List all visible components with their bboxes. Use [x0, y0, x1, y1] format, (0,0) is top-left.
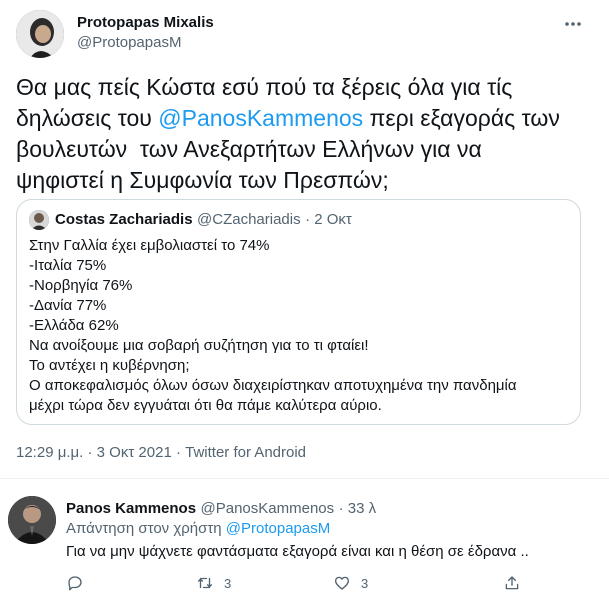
- quoted-line: Στην Γαλλία έχει εμβολιαστεί το 74%: [29, 237, 270, 254]
- author-avatar-image: [16, 10, 64, 58]
- reply-icon: [68, 576, 82, 591]
- reply-author-name[interactable]: Panos Kammenos: [66, 500, 196, 517]
- reply-author-avatar[interactable]: [8, 496, 56, 544]
- author-name[interactable]: Protopapas Mixalis: [77, 14, 214, 31]
- quoted-header: Costas Zachariadis @CZachariadis · 2 Οκτ: [55, 211, 352, 229]
- quoted-line: μέχρι τώρα δεν εγγυάται ότι θα πάμε καλύ…: [29, 397, 382, 414]
- author-handle[interactable]: @ProtopapasM: [77, 34, 181, 51]
- reply-avatar-image: [8, 496, 56, 544]
- tweet-text-segment: περι εξαγοράς των: [363, 105, 560, 131]
- tweet-text-line: βουλευτών των Ανεξαρτήτων Ελλήνων για να: [16, 136, 482, 162]
- tweet-text-line: Θα μας πείς Κώστα εσύ πού τα ξέρεις όλα …: [16, 74, 513, 100]
- quoted-line: Ο αποκεφαλισμός όλων όσων διαχειρίστηκαν…: [29, 377, 517, 394]
- share-icon: [505, 576, 519, 590]
- quoted-author-name: Costas Zachariadis: [55, 211, 193, 228]
- quoted-line: -Δανία 77%: [29, 297, 107, 314]
- quoted-text: Στην Γαλλία έχει εμβολιαστεί το 74% -Ιτα…: [29, 236, 569, 416]
- quoted-line: -Νορβηγία 76%: [29, 277, 133, 294]
- share-action[interactable]: [503, 574, 521, 592]
- quoted-author-handle: @CZachariadis: [197, 211, 301, 228]
- tweet-text-segment: δηλώσεις του: [16, 105, 159, 131]
- divider: [0, 478, 609, 479]
- reply-context-prefix: Απάντηση στον χρήστη: [66, 520, 226, 537]
- reply-context: Απάντηση στον χρήστη @ProtopapasM: [66, 520, 330, 537]
- mention-link[interactable]: @PanosKammenos: [158, 105, 363, 131]
- like-icon: [334, 576, 350, 590]
- quoted-line: -Ελλάδα 62%: [29, 317, 119, 334]
- tweet-text-line: ψηφιστεί η Συμφωνία των Πρεσπών;: [16, 167, 389, 193]
- quoted-line: -Ιταλία 75%: [29, 257, 107, 274]
- quoted-author-avatar: [29, 210, 49, 230]
- quoted-line: Να ανοίξουμε μια σοβαρή συζήτηση για το …: [29, 337, 369, 354]
- reply-author-handle[interactable]: @PanosKammenos: [201, 500, 335, 517]
- quoted-tweet[interactable]: Costas Zachariadis @CZachariadis · 2 Οκτ…: [16, 199, 581, 425]
- like-action[interactable]: 3: [333, 574, 368, 592]
- tweet-text-line: δηλώσεις του @PanosKammenos περι εξαγορά…: [16, 103, 596, 134]
- reply-header: Panos Kammenos @PanosKammenos · 33 λ: [66, 500, 376, 518]
- replying-to-link[interactable]: @ProtopapasM: [226, 520, 330, 537]
- retweet-count: 3: [224, 575, 232, 591]
- quoted-avatar-image: [29, 210, 49, 230]
- reply-text: Για να μην ψάχνετε φαντάσματα εξαγορά εί…: [66, 543, 529, 560]
- tweet-text: Θα μας πείς Κώστα εσύ πού τα ξέρεις όλα …: [16, 72, 596, 196]
- quoted-line: Το αντέχει η κυβέρνηση;: [29, 357, 190, 374]
- quoted-date: · 2 Οκτ: [305, 211, 352, 228]
- tweet-timestamp[interactable]: 12:29 μ.μ. · 3 Οκτ 2021 · Twitter for An…: [16, 444, 306, 461]
- like-count: 3: [361, 575, 369, 591]
- reply-age[interactable]: · 33 λ: [339, 500, 377, 517]
- more-icon[interactable]: [563, 14, 583, 34]
- reply-action[interactable]: [66, 574, 84, 592]
- retweet-action[interactable]: 3: [196, 574, 231, 592]
- retweet-icon: [197, 577, 213, 589]
- author-avatar[interactable]: [16, 10, 64, 58]
